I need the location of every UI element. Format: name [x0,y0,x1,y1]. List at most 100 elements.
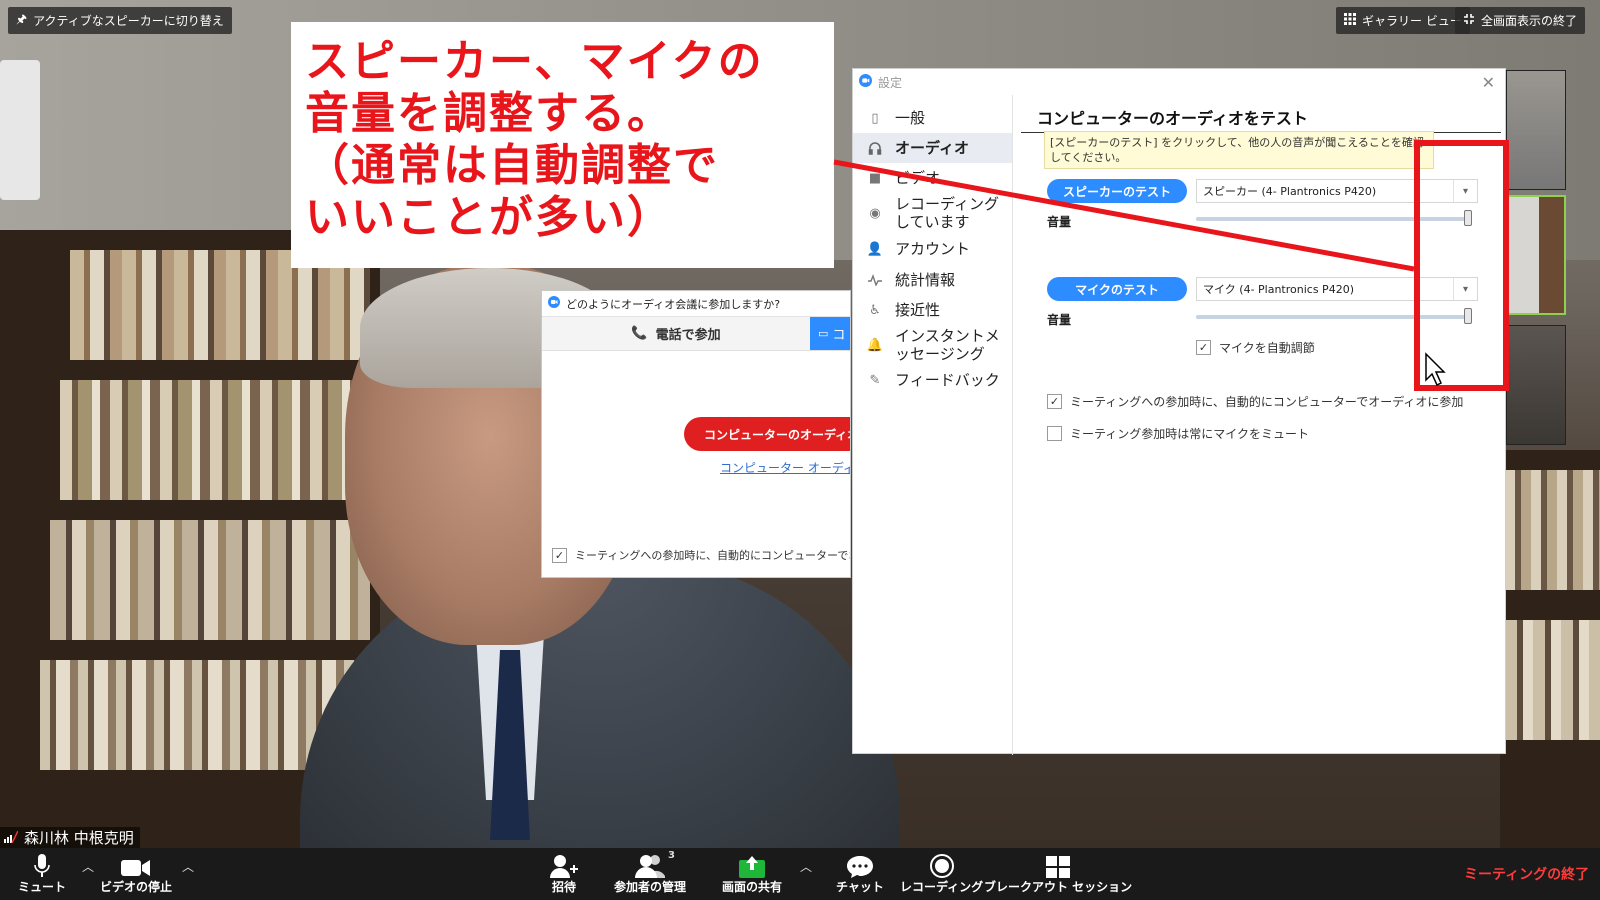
chat-label: チャット [836,880,884,894]
mic-auto-adjust-label: マイクを自動調節 [1219,341,1315,355]
add-person-icon [550,852,578,878]
sidebar-item-label: アカウント [895,240,971,258]
auto-join-audio-row[interactable]: ✓ ミーティングへの参加時に、自動的にコンピューターでオーディオに参加 [1047,393,1463,410]
books-row [50,520,370,640]
sidebar-item-account[interactable]: 👤 アカウント [853,233,1012,265]
join-audio-titlebar: どのようにオーディオ会議に参加しますか? [542,291,850,317]
breakout-sessions-button[interactable]: ブレークアウト セッション [984,852,1132,895]
switch-active-speaker-button[interactable]: 🖈 アクティブなスピーカーに切り替え [8,7,232,34]
auto-join-audio-checkbox[interactable]: ✓ [552,547,567,563]
sidebar-item-label: フィードバック [895,371,1000,389]
tab-computer-audio[interactable]: ▭ コ [810,317,850,350]
sidebar-item-recording[interactable]: ◉ レコーディングしています [853,193,1012,233]
books-row [60,380,370,500]
video-options-caret[interactable]: ︿ [182,858,194,875]
participant-thumbnail[interactable] [1506,325,1566,445]
join-audio-dialog: どのようにオーディオ会議に参加しますか? 📞 電話で参加 ▭ コ コンピューター… [541,290,851,578]
stop-video-label: ビデオの停止 [100,880,173,894]
participants-icon: 3 [635,850,675,878]
mic-volume-slider[interactable] [1196,308,1472,324]
tab-phone-join[interactable]: 📞 電話で参加 [542,317,810,350]
join-audio-tabs: 📞 電話で参加 ▭ コ [542,317,850,351]
mic-device-select[interactable]: マイク (4- Plantronics P420) ▾ [1196,277,1478,301]
chevron-down-icon: ▾ [1453,278,1477,300]
participant-thumbnails [1506,70,1566,450]
record-button[interactable]: レコーディング [900,852,983,895]
participant-thumbnail[interactable] [1506,70,1566,190]
participants-count-badge: 3 [668,850,675,861]
mute-button[interactable]: ミュート [18,852,66,895]
chevron-down-icon: ▾ [1453,180,1477,202]
end-meeting-button[interactable]: ミーティングの終了 [1464,864,1589,884]
computer-icon: ▭ [818,327,829,340]
gallery-view-button[interactable]: ギャラリー ビュー [1336,7,1470,34]
mic-auto-adjust-row[interactable]: ✓ マイクを自動調節 [1196,339,1315,356]
speaker-device-value: スピーカー (4- Plantronics P420) [1203,185,1377,198]
sidebar-item-label: オーディオ [895,139,969,157]
sidebar-item-accessibility[interactable]: ♿ 接近性 [853,295,1012,325]
speaker-device-select[interactable]: スピーカー (4- Plantronics P420) ▾ [1196,179,1478,203]
chat-bubble-icon [846,852,873,878]
invite-button[interactable]: 招待 [550,852,578,895]
manage-participants-button[interactable]: 3 参加者の管理 [614,850,687,895]
switch-active-speaker-label: アクティブなスピーカーに切り替え [33,14,224,28]
speaker-test-tooltip: [スピーカーのテスト] をクリックして、他の人の音声が聞こえることを確認してくだ… [1044,131,1434,169]
test-speaker-button[interactable]: スピーカーのテスト [1047,179,1187,203]
bell-icon: 🔔 [866,337,884,353]
settings-titlebar: 設定 [853,69,1505,95]
share-screen-button[interactable]: 画面の共有 [722,852,782,895]
mute-label: ミュート [18,880,67,894]
zoom-logo-icon [548,296,560,311]
stop-video-button[interactable]: ビデオの停止 [100,852,172,895]
audio-options-caret[interactable]: ︿ [82,858,94,875]
sidebar-item-general[interactable]: ▯ 一般 [853,103,1012,133]
mute-on-join-row[interactable]: ミーティング参加時は常にマイクをミュート [1047,425,1309,442]
sidebar-item-audio[interactable]: オーディオ [853,133,1012,163]
collapse-icon [1463,13,1475,28]
join-audio-title: どのようにオーディオ会議に参加しますか? [566,297,781,311]
sidebar-item-video[interactable]: ■ ビデオ [853,163,1012,193]
chat-button[interactable]: チャット [836,852,884,895]
settings-dialog: 設定 ✕ ▯ 一般 オーディオ ■ ビデオ ◉ レコーディングしています 👤 ア… [852,68,1506,755]
phone-device-icon: ▯ [871,110,879,126]
breakout-sessions-label: ブレークアウト セッション [984,880,1133,894]
breakout-grid-icon [1046,852,1071,878]
video-camera-icon: ■ [868,170,882,186]
share-screen-icon [739,852,765,878]
share-options-caret[interactable]: ︿ [800,858,812,875]
auto-join-audio-row[interactable]: ✓ ミーティングへの参加時に、自動的にコンピューターでオ [552,547,850,563]
sidebar-item-feedback[interactable]: ✎ フィードバック [853,365,1012,395]
speaker-volume-slider[interactable] [1196,210,1472,226]
auto-join-audio-checkbox[interactable]: ✓ [1047,394,1062,409]
slider-thumb[interactable] [1464,210,1472,226]
record-icon [929,852,954,878]
participant-thumbnail-active[interactable] [1506,195,1566,315]
settings-title: 設定 [878,75,903,90]
mic-device-value: マイク (4- Plantronics P420) [1203,283,1354,296]
slider-fill [1196,217,1470,221]
accessibility-icon: ♿ [869,302,881,318]
sidebar-item-statistics[interactable]: 統計情報 [853,265,1012,295]
mute-on-join-checkbox[interactable] [1047,426,1062,441]
slider-fill [1196,315,1470,319]
exit-fullscreen-label: 全画面表示の終了 [1481,14,1578,28]
test-computer-audio-link[interactable]: コンピューター オーディオの [720,459,850,476]
participant-name: 森川林 中根克明 [24,829,134,847]
pin-icon: 🖈 [16,12,28,26]
exit-fullscreen-button[interactable]: 全画面表示の終了 [1455,7,1586,34]
join-computer-audio-button[interactable]: コンピューターのオーディオ [684,417,851,451]
sidebar-item-label: 統計情報 [895,271,956,289]
manage-participants-label: 参加者の管理 [614,880,687,894]
mic-volume-label: 音量 [1047,313,1072,327]
annotation-card: スピーカー、マイクの 音量を調整する。 （通常は自動調整で いいことが多い） [291,22,834,268]
test-mic-button[interactable]: マイクのテスト [1047,277,1187,301]
close-icon[interactable]: ✕ [1482,73,1495,92]
sidebar-item-instant-messaging[interactable]: 🔔 インスタントメッセージング [853,325,1012,365]
slider-thumb[interactable] [1464,308,1472,324]
mic-auto-adjust-checkbox[interactable]: ✓ [1196,340,1211,355]
join-computer-audio-label: コンピューターのオーディオ [704,427,851,442]
signal-strength-icon [4,829,19,847]
microphone-icon [34,852,50,878]
participant-name-tag: 森川林 中根克明 [0,827,140,848]
feedback-icon: ✎ [869,372,881,388]
